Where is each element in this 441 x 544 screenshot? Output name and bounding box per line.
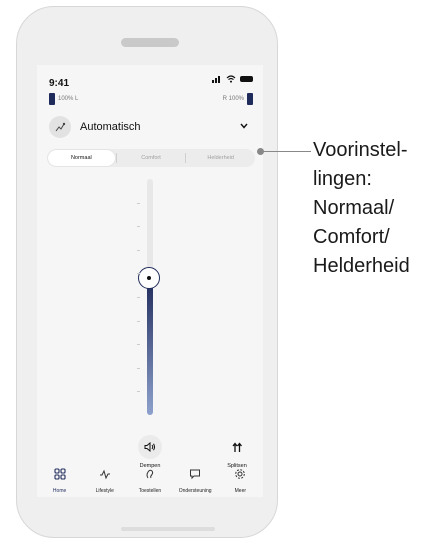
- grid-icon: [54, 468, 66, 480]
- thumb-dot: [147, 276, 151, 281]
- slider-tick: [137, 367, 140, 369]
- left-battery: 100% L: [49, 93, 78, 105]
- volume-slider-track[interactable]: [137, 179, 160, 415]
- activity-icon: [99, 469, 110, 480]
- segment-normaal[interactable]: Normaal: [48, 150, 115, 166]
- tab-meer[interactable]: Meer: [220, 467, 260, 497]
- split-arrows-icon: [232, 442, 243, 452]
- program-icon: [49, 116, 71, 138]
- slider-tick: [137, 202, 140, 204]
- tab-lifestyle-label: Lifestyle: [95, 488, 114, 494]
- phone-frame: 9:41 100% L R 100% Automatisch Normaal C…: [16, 6, 278, 538]
- slider-tick: [137, 297, 140, 298]
- gear-icon: [235, 469, 246, 479]
- tab-ondersteuning[interactable]: Ondersteuning: [175, 467, 215, 497]
- app-screen: 9:41 100% L R 100% Automatisch Normaal C…: [37, 65, 263, 497]
- callout-line-4: Comfort/: [313, 226, 390, 248]
- right-battery-icon: [247, 93, 253, 105]
- slider-tick: [137, 391, 140, 393]
- tab-lifestyle[interactable]: Lifestyle: [85, 467, 125, 497]
- auto-program-icon: [55, 122, 65, 131]
- callout-text: Voorinstel- lingen: Normaal/ Comfort/ He…: [313, 136, 441, 281]
- mute-action: Dempen: [130, 435, 170, 469]
- tab-toestellen[interactable]: Toestellen: [130, 467, 170, 497]
- status-bar: 9:41: [49, 73, 253, 89]
- signal-icon: [212, 76, 220, 83]
- hearing-aid-icon: [146, 469, 154, 479]
- preset-segmented-control: Normaal Comfort Helderheid: [47, 149, 255, 167]
- phone-speaker: [121, 38, 179, 47]
- volume-slider-thumb[interactable]: [138, 267, 160, 290]
- callout-line-1: Voorinstel-: [313, 139, 408, 161]
- slider-tick: [137, 344, 140, 346]
- split-button[interactable]: [225, 435, 249, 459]
- slider-tick: [137, 226, 140, 228]
- right-battery-label: R 100%: [222, 96, 244, 102]
- segment-divider: [185, 153, 187, 163]
- tab-home-label: Home: [52, 488, 67, 494]
- callout-line-5: Helderheid: [313, 255, 410, 277]
- tab-meer-label: Meer: [234, 488, 247, 494]
- status-time: 9:41: [49, 78, 70, 89]
- chat-icon: [190, 469, 201, 480]
- chevron-down-icon[interactable]: [239, 122, 249, 130]
- tab-ondersteuning-label: Ondersteuning: [178, 488, 212, 494]
- program-name: Automatisch: [80, 121, 141, 133]
- segment-comfort[interactable]: Comfort: [118, 150, 185, 166]
- mute-button[interactable]: [138, 435, 162, 459]
- hearing-aid-battery-row: 100% L R 100%: [49, 93, 253, 105]
- bottom-tab-bar: Home Lifestyle Toestellen Ondersteuning …: [37, 467, 263, 497]
- system-icons: [212, 75, 253, 83]
- volume-slider-fill: [147, 278, 153, 415]
- wifi-icon: [226, 75, 236, 83]
- slider-tick: [137, 273, 140, 275]
- tab-toestellen-label: Toestellen: [138, 488, 162, 494]
- segment-helderheid[interactable]: Helderheid: [187, 150, 254, 166]
- left-battery-label: 100% L: [58, 96, 79, 102]
- right-battery: R 100%: [223, 93, 253, 105]
- segment-divider: [115, 153, 117, 163]
- slider-tick: [137, 320, 140, 322]
- callout-line-2: lingen:: [313, 168, 372, 190]
- callout-line-3: Normaal/: [313, 197, 395, 219]
- battery-icon: [240, 76, 253, 82]
- tab-home[interactable]: Home: [40, 467, 80, 497]
- program-selector[interactable]: Automatisch: [49, 113, 253, 141]
- slider-tick: [137, 249, 140, 251]
- left-battery-icon: [49, 93, 55, 105]
- callout-line: [263, 151, 311, 152]
- speaker-icon: [144, 442, 156, 452]
- home-indicator: [121, 527, 215, 531]
- split-action: Splitsen: [217, 435, 257, 469]
